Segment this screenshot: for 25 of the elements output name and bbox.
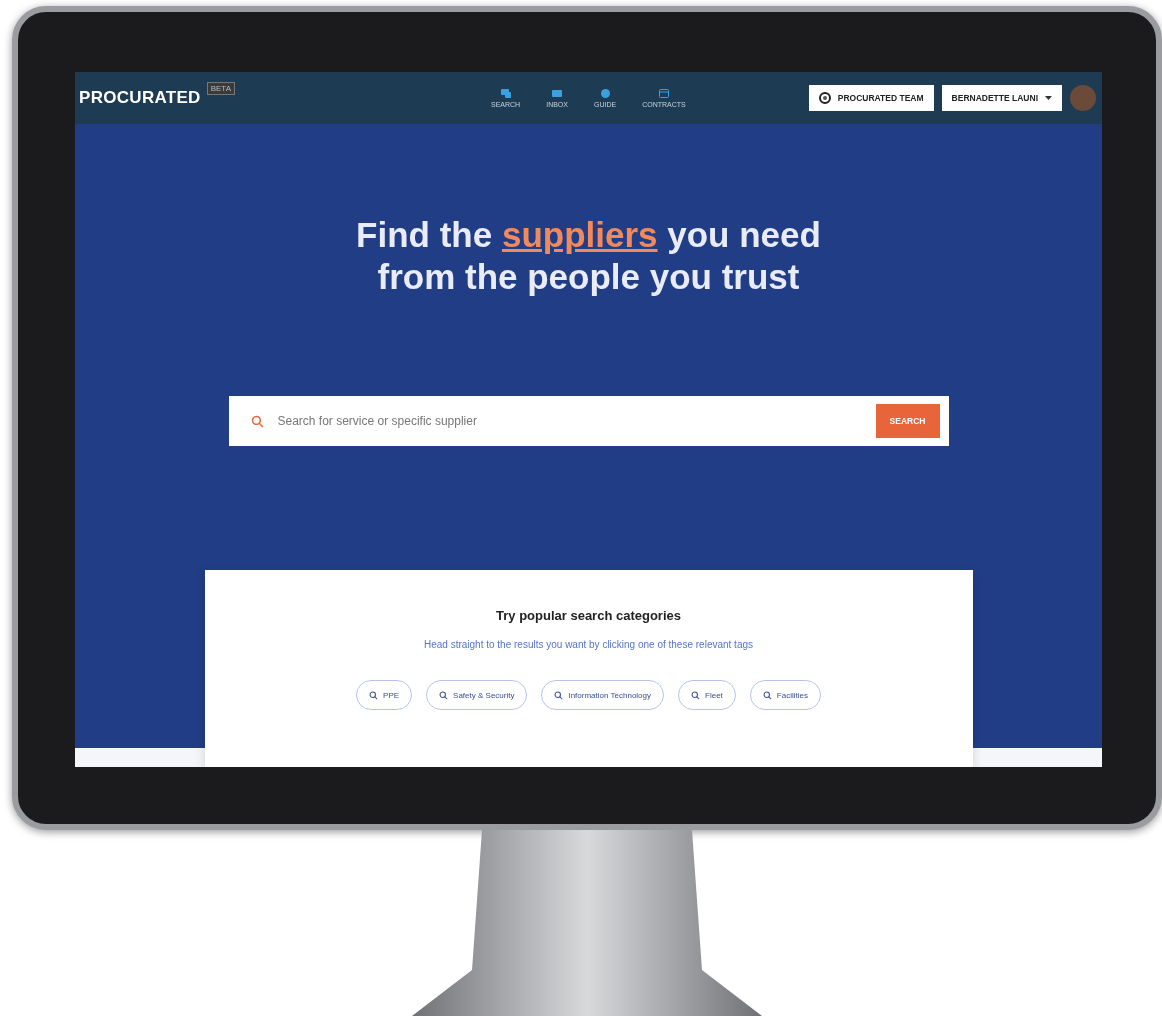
category-tag[interactable]: PPE [356,680,413,710]
beta-badge: BETA [206,82,235,95]
team-button[interactable]: PROCURATED TEAM [808,85,934,111]
caret-icon [1045,96,1052,100]
card-title: Try popular search categories [496,608,681,623]
headline: Find the suppliers you need from the people you trust [355,214,822,298]
card-subtitle: Head straight to the results you want by clicking one of these relevant tags [423,639,754,650]
inbox-icon [552,88,563,98]
search-icon [554,690,564,700]
search-icon [691,690,700,700]
category-tag[interactable]: Information Technology [541,680,664,710]
info-icon [600,88,610,98]
search-icon [250,414,264,428]
category-tag[interactable]: Fleet [678,680,736,710]
avatar[interactable] [1070,85,1096,111]
user-menu-button[interactable]: BERNADETTE LAUNI [941,85,1062,111]
category-tag[interactable]: Facilities [749,680,821,710]
logo[interactable]: PROCURATED [79,88,201,108]
calendar-icon [658,88,669,98]
team-logo-icon [818,92,831,104]
chat-icon [500,88,511,98]
category-tag[interactable]: Safety & Security [426,680,528,710]
search-icon [762,690,772,700]
search-icon [439,690,449,700]
search-icon [369,690,379,700]
